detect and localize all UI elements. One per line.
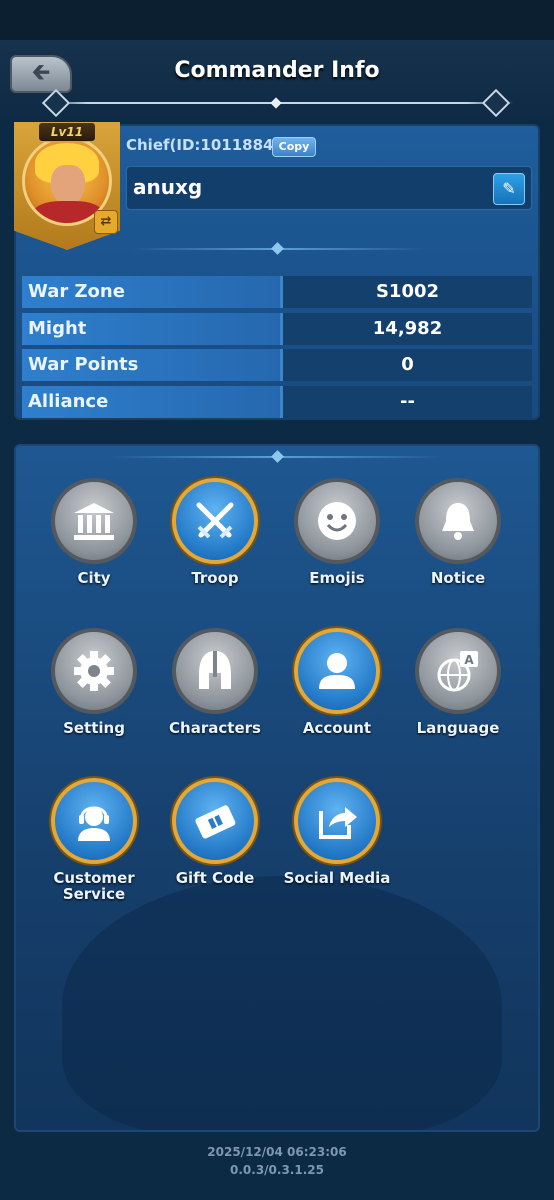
crossed-swords-icon xyxy=(196,502,234,539)
menu-item-notice[interactable]: Notice xyxy=(408,478,508,610)
swap-icon[interactable]: ⇄ xyxy=(94,210,118,234)
menu-label: Customer Service xyxy=(53,869,135,903)
menu-label: Setting xyxy=(63,719,125,737)
stat-row-war-zone: War Zone S1002 xyxy=(22,276,532,308)
social-media-button[interactable] xyxy=(294,778,380,864)
menu-label: Emojis xyxy=(309,569,365,587)
stat-row-war-points: War Points 0 xyxy=(22,349,532,381)
menu-item-setting[interactable]: Setting xyxy=(44,628,144,760)
user-icon xyxy=(319,653,355,689)
status-bar xyxy=(0,0,554,40)
stat-row-alliance: Alliance -- xyxy=(22,386,532,418)
menu-item-emojis[interactable]: Emojis xyxy=(287,478,387,610)
player-name: anuxg xyxy=(133,175,203,199)
stat-row-might: Might 14,982 xyxy=(22,313,532,345)
menu-item-customer-service[interactable]: Customer Service xyxy=(44,778,144,910)
notice-button[interactable] xyxy=(415,478,501,564)
menu-label: Notice xyxy=(430,569,486,587)
chief-id-label: Chief(ID:1011884) xyxy=(126,136,281,154)
menu-label: Language xyxy=(416,719,500,737)
stat-value: S1002 xyxy=(280,276,532,308)
city-hall-icon xyxy=(74,503,114,540)
tree-background xyxy=(62,876,502,1130)
bell-icon xyxy=(442,503,474,540)
level-badge: Lv11 xyxy=(38,122,96,142)
edit-icon: ✎ xyxy=(502,179,516,198)
page-title: Commander Info xyxy=(174,58,380,83)
stat-label: War Zone xyxy=(22,276,282,308)
helmet-icon xyxy=(199,651,231,689)
setting-button[interactable] xyxy=(51,628,137,714)
menu-item-city[interactable]: City xyxy=(44,478,144,610)
avatar-cape xyxy=(33,201,103,223)
player-name-field: anuxg ✎ xyxy=(126,166,532,210)
svg-text:A: A xyxy=(464,653,474,667)
stat-value: -- xyxy=(280,386,532,418)
menu-item-gift-code[interactable]: Gift Code xyxy=(165,778,265,910)
smiley-icon xyxy=(318,502,356,540)
share-icon xyxy=(319,807,357,839)
footer-timestamp: 2025/12/04 06:23:06 xyxy=(207,1145,347,1159)
stat-label: Might xyxy=(22,313,282,345)
gift-ticket-icon xyxy=(195,805,236,839)
edit-name-button[interactable]: ✎ xyxy=(493,173,525,205)
menu-label: Gift Code xyxy=(175,869,255,887)
stat-label: War Points xyxy=(22,349,282,381)
menu-item-language[interactable]: A Language xyxy=(408,628,508,760)
emojis-button[interactable] xyxy=(294,478,380,564)
city-button[interactable] xyxy=(51,478,137,564)
stat-label: Alliance xyxy=(22,386,282,418)
headset-icon xyxy=(78,806,110,841)
avatar-face xyxy=(51,165,85,205)
customer-service-button[interactable] xyxy=(51,778,137,864)
menu-item-social-media[interactable]: Social Media xyxy=(284,778,390,910)
gear-icon xyxy=(74,651,114,691)
menu-label: City xyxy=(77,569,111,587)
menu-label: Account xyxy=(302,719,372,737)
troop-button[interactable] xyxy=(172,478,258,564)
copy-button[interactable]: Copy xyxy=(272,137,316,157)
menu-label: Social Media xyxy=(283,869,391,887)
menu-label: Troop xyxy=(191,569,239,587)
language-button[interactable]: A xyxy=(415,628,501,714)
menu-label: Characters xyxy=(169,719,261,737)
menu-item-account[interactable]: Account xyxy=(287,628,387,760)
stat-value: 14,982 xyxy=(280,313,532,345)
gift-code-button[interactable] xyxy=(172,778,258,864)
characters-button[interactable] xyxy=(172,628,258,714)
footer-version: 0.0.3/0.3.1.25 xyxy=(230,1163,324,1177)
menu-item-characters[interactable]: Characters xyxy=(165,628,265,760)
account-button[interactable] xyxy=(294,628,380,714)
stat-value: 0 xyxy=(280,349,532,381)
menu-item-troop[interactable]: Troop xyxy=(165,478,265,610)
globe-language-icon: A xyxy=(437,651,478,692)
